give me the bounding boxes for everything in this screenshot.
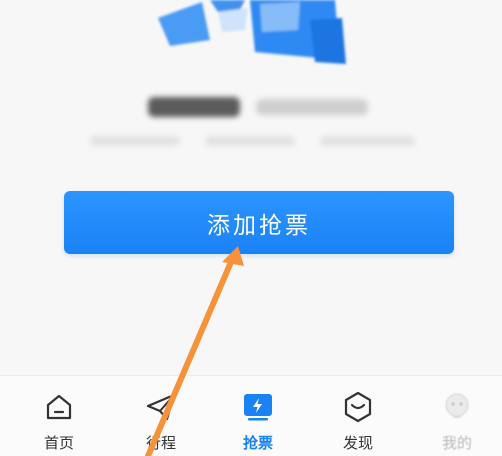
app-screen: 添加抢票 首页 行程 抢票 发现 我的 [0,0,502,456]
tab-discover-label: 发现 [342,434,373,452]
tab-profile-label: 我的 [441,434,472,452]
tab-grab-ticket-label: 抢票 [242,434,273,452]
profile-icon [440,390,474,424]
paper-plane-icon [144,390,178,424]
add-ticket-grab-button[interactable]: 添加抢票 [64,191,454,254]
blurred-subtitle [90,130,420,150]
discover-icon [341,390,375,424]
add-ticket-grab-label: 添加抢票 [207,212,311,239]
lightning-ticket-icon [241,390,275,424]
tab-grab-ticket[interactable]: 抢票 [213,376,303,456]
home-icon [42,390,76,424]
tab-trips-label: 行程 [145,434,176,452]
tab-profile[interactable]: 我的 [412,376,502,456]
bottom-tab-bar: 首页 行程 抢票 发现 我的 [0,375,502,456]
blurred-title-bold [148,97,240,117]
blurred-subtitle-part [90,136,180,146]
blurred-title-light [256,99,368,115]
empty-state-illustration [150,0,350,70]
blurred-subtitle-part [205,136,295,146]
blurred-subtitle-part [320,136,415,146]
blurred-title [148,93,368,121]
tab-trips[interactable]: 行程 [116,376,206,456]
tab-discover[interactable]: 发现 [313,376,403,456]
tab-home-label: 首页 [43,434,74,452]
tab-home[interactable]: 首页 [14,376,104,456]
